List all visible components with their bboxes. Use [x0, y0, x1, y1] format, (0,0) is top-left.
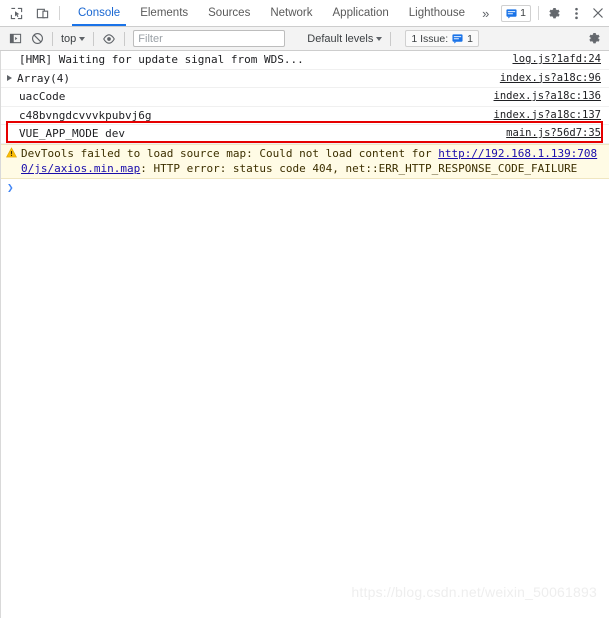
issues-counter-button[interactable]: 1 — [501, 4, 531, 22]
more-tabs-icon[interactable]: » — [475, 0, 496, 26]
clear-console-icon[interactable] — [26, 28, 48, 50]
log-levels-value: Default levels — [307, 32, 374, 45]
console-warning-row[interactable]: DevTools failed to load source map: Coul… — [1, 143, 609, 179]
console-message-text: c48bvngdcvvvkpubvj6g — [19, 108, 152, 122]
warning-text-before: DevTools failed to load source map: Coul… — [21, 146, 439, 160]
device-toolbar-icon[interactable] — [29, 0, 55, 26]
more-options-icon[interactable] — [565, 0, 587, 26]
tab-lighthouse[interactable]: Lighthouse — [399, 0, 475, 26]
tab-network-label: Network — [270, 7, 313, 19]
tab-network[interactable]: Network — [260, 0, 322, 26]
console-prompt-row[interactable]: ❯ — [1, 179, 609, 197]
devtools-tabbar: Console Elements Sources Network Applica… — [0, 0, 609, 27]
console-settings-icon[interactable] — [583, 28, 605, 50]
chevron-down-icon — [79, 36, 86, 41]
console-message-row[interactable]: Array(4) index.js?a18c:96 — [1, 70, 609, 88]
tab-application[interactable]: Application — [323, 0, 399, 26]
log-levels-selector[interactable]: Default levels — [307, 32, 383, 45]
execution-context-selector[interactable]: top — [57, 33, 89, 45]
expand-arrow-icon[interactable] — [7, 74, 12, 81]
more-tabs-label: » — [482, 5, 490, 21]
tab-sources[interactable]: Sources — [198, 0, 260, 26]
close-devtools-icon[interactable] — [587, 0, 609, 26]
filterbar-divider-1 — [52, 31, 53, 46]
chevron-down-icon — [376, 36, 383, 41]
panel-tabs: Console Elements Sources Network Applica… — [68, 0, 496, 26]
console-warning-text: DevTools failed to load source map: Coul… — [17, 146, 601, 177]
tab-application-label: Application — [332, 7, 389, 19]
filterbar-divider-3 — [124, 31, 126, 46]
warning-text-after: : HTTP error: status code 404, net::ERR_… — [140, 162, 578, 175]
console-message-text: [HMR] Waiting for update signal from WDS… — [19, 53, 304, 66]
console-message-list[interactable]: [HMR] Waiting for update signal from WDS… — [0, 51, 609, 618]
console-message-source-link[interactable]: index.js?a18c:96 — [490, 71, 601, 87]
console-message-source-link[interactable]: main.js?56d7:35 — [496, 126, 601, 142]
devtools-window: Console Elements Sources Network Applica… — [0, 0, 609, 618]
console-message-row[interactable]: uacCode index.js?a18c:136 — [1, 88, 609, 107]
issues-count-label: 1 — [520, 7, 526, 19]
tab-elements-label: Elements — [140, 7, 189, 19]
live-expression-icon[interactable] — [98, 28, 120, 50]
filterbar-divider-4 — [390, 31, 392, 46]
execution-context-value: top — [61, 32, 77, 45]
tab-elements[interactable]: Elements — [130, 0, 198, 26]
issue-message-icon — [506, 8, 517, 19]
issues-bar-count: 1 — [467, 32, 473, 45]
issues-bar-label: 1 Issue: — [411, 32, 449, 45]
issue-message-icon — [452, 34, 463, 44]
tabbar-divider — [59, 6, 60, 20]
prompt-chevron-icon: ❯ — [7, 180, 14, 194]
issues-bar-button[interactable]: 1 Issue: 1 — [405, 30, 479, 47]
console-sidebar-icon[interactable] — [4, 28, 26, 50]
console-message-row-highlighted[interactable]: VUE_APP_MODE dev main.js?56d7:35 — [1, 125, 609, 144]
tab-console-label: Console — [78, 7, 121, 19]
inspect-element-icon[interactable] — [3, 0, 29, 26]
warning-triangle-icon — [6, 146, 17, 163]
console-message-source-link[interactable]: index.js?a18c:136 — [484, 89, 601, 105]
watermark-text: https://blog.csdn.net/weixin_50061893 — [351, 584, 597, 600]
console-message-text: VUE_APP_MODE dev — [19, 127, 125, 140]
tabbar-divider-2 — [538, 6, 539, 20]
filterbar-divider-2 — [93, 31, 95, 46]
console-message-text: uacCode — [19, 90, 66, 103]
console-message-text: Array(4) — [1, 71, 490, 87]
filter-input[interactable] — [133, 30, 286, 47]
console-message-row[interactable]: c48bvngdcvvvkpubvj6g index.js?a18c:137 — [1, 107, 609, 125]
tab-sources-label: Sources — [208, 7, 251, 19]
console-filter-toolbar: top Default levels 1 Issue: 1 — [0, 27, 609, 51]
tabbar-spacer — [496, 0, 498, 26]
console-message-source-link[interactable]: index.js?a18c:137 — [484, 108, 601, 124]
console-message-row[interactable]: [HMR] Waiting for update signal from WDS… — [1, 51, 609, 70]
console-message-value: Array(4) — [17, 71, 70, 85]
console-message-source-link[interactable]: log.js?1afd:24 — [502, 52, 601, 68]
settings-gear-icon[interactable] — [543, 0, 565, 26]
tab-console[interactable]: Console — [68, 0, 130, 26]
tab-lighthouse-label: Lighthouse — [408, 7, 466, 19]
